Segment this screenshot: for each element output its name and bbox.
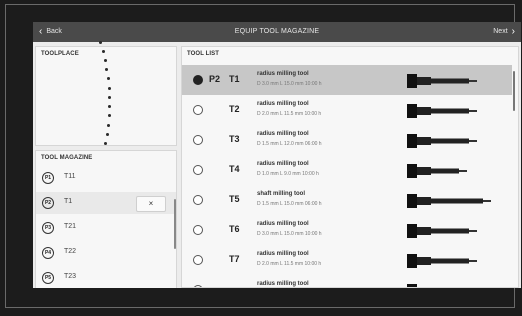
magazine-panel: TOOL MAGAZINE P1 T11 P2 T1 × P3 T21 P4 T… <box>35 150 177 288</box>
tool-name: shaft milling tool <box>257 191 305 197</box>
magazine-item-selected[interactable]: P2 T1 × <box>36 192 176 214</box>
toolplace-dot <box>107 95 111 99</box>
tool-spec: D 3.0 mm L 15.0 mm 10:00 h <box>257 231 322 237</box>
magazine-item[interactable]: P5 T23 <box>36 267 176 288</box>
magazine-item[interactable]: P4 T22 <box>36 242 176 264</box>
tool-row[interactable]: T6 radius milling tool D 3.0 mm L 15.0 mm … <box>182 215 512 245</box>
radio-button[interactable] <box>193 165 203 175</box>
tool-row[interactable]: T5 shaft milling tool D 1.5 mm L 15.0 mm 0… <box>182 185 512 215</box>
left-column: TOOLPLACE TOOL MAGAZINE P1 T11 P2 T1 × P… <box>35 40 177 288</box>
toolplace-header: TOOLPLACE <box>41 51 79 57</box>
tool-spec: D 2.0 mm L 11.5 mm 10:00 h <box>257 261 322 267</box>
tool-row[interactable]: T2 radius milling tool D 2.0 mm L 11.5 mm … <box>182 95 512 125</box>
toolplace-dot <box>104 142 108 146</box>
radio-button[interactable] <box>193 255 203 265</box>
tool-spec: D 1.5 mm L 12.0 mm 06:00 h <box>257 141 322 147</box>
remove-tool-button[interactable]: × <box>136 196 166 212</box>
device-frame: ‹ Back EQUIP TOOL MAGAZINE Next › TOOLPL… <box>0 0 522 316</box>
radio-button[interactable] <box>193 285 203 287</box>
tool-number: T6 <box>229 224 240 234</box>
magazine-tool-name: T23 <box>64 273 77 280</box>
tool-number: T5 <box>229 194 240 204</box>
radio-button[interactable] <box>193 195 203 205</box>
milling-tool-icon <box>407 104 477 118</box>
toolplace-dot <box>105 132 109 136</box>
next-button[interactable]: Next › <box>493 22 515 42</box>
tool-number: T4 <box>229 164 240 174</box>
tool-name: radius milling tool <box>257 281 309 287</box>
tool-spec: D 1.0 mm L 9.0 mm 10:00 h <box>257 171 319 177</box>
place-badge: P2 <box>42 197 54 209</box>
screen: ‹ Back EQUIP TOOL MAGAZINE Next › TOOLPL… <box>33 22 521 288</box>
milling-tool-icon <box>407 224 477 238</box>
toolplace-dot <box>106 123 110 127</box>
radio-button[interactable] <box>193 75 203 85</box>
magazine-header: TOOL MAGAZINE <box>41 155 93 161</box>
toolplace-dot <box>103 58 107 62</box>
tool-place: P2 <box>209 74 221 84</box>
radio-button[interactable] <box>193 135 203 145</box>
toolplace-dot <box>108 105 111 109</box>
tool-list-header: TOOL LIST <box>187 51 220 57</box>
tool-name: radius milling tool <box>257 161 309 167</box>
toolplace-dot <box>107 114 111 118</box>
place-badge: P4 <box>42 247 54 259</box>
toolplace-dot <box>105 68 109 71</box>
toolplace-dot <box>101 49 105 53</box>
magazine-tool-name: T11 <box>64 173 76 180</box>
tool-row[interactable]: radius milling tool <box>182 275 512 287</box>
top-bar: ‹ Back EQUIP TOOL MAGAZINE Next › <box>33 22 521 42</box>
tool-spec: D 2.0 mm L 11.5 mm 10:00 h <box>257 111 322 117</box>
tool-spec: D 3.0 mm L 15.0 mm 10:00 h <box>257 81 322 87</box>
page-title: EQUIP TOOL MAGAZINE <box>234 28 320 35</box>
toolplace-dot <box>107 86 111 90</box>
magazine-scrollbar[interactable] <box>174 199 176 249</box>
tool-number: T3 <box>229 134 240 144</box>
magazine-item[interactable]: P1 T11 <box>36 167 176 189</box>
tool-row[interactable]: T4 radius milling tool D 1.0 mm L 9.0 mm 1… <box>182 155 512 185</box>
milling-tool-icon <box>407 74 477 88</box>
toolplace-dot <box>106 77 110 81</box>
tool-name: radius milling tool <box>257 71 309 77</box>
toolplace-dot <box>99 40 103 44</box>
tool-number: T2 <box>229 104 240 114</box>
next-label: Next <box>493 28 508 35</box>
toolplace-panel: TOOLPLACE <box>35 40 177 164</box>
place-badge: P5 <box>42 272 54 284</box>
place-badge: P1 <box>42 172 54 184</box>
tool-list-scrollbar[interactable] <box>513 71 515 111</box>
chevron-right-icon: › <box>511 26 515 37</box>
tool-row-selected[interactable]: P2 T1 radius milling tool D 3.0 mm L 15.0 m… <box>182 65 512 95</box>
magazine-item[interactable]: P3 T21 <box>36 217 176 239</box>
magazine-tool-name: T1 <box>64 198 73 205</box>
milling-tool-icon <box>407 134 477 148</box>
magazine-tool-name: T22 <box>64 248 77 255</box>
magazine-tool-name: T21 <box>64 223 77 230</box>
tool-row[interactable]: T7 radius milling tool D 2.0 mm L 11.5 mm … <box>182 245 512 275</box>
tool-name: radius milling tool <box>257 101 309 107</box>
tool-row[interactable]: T3 radius milling tool D 1.5 mm L 12.0 mm … <box>182 125 512 155</box>
tool-spec: D 1.5 mm L 15.0 mm 06:00 h <box>257 201 322 207</box>
tool-name: radius milling tool <box>257 131 309 137</box>
milling-tool-icon <box>407 164 467 178</box>
tool-number: T1 <box>229 74 240 84</box>
radio-button[interactable] <box>193 225 203 235</box>
tool-list-panel: TOOL LIST P2 T1 radius milling tool D 3.0 m… <box>181 46 519 288</box>
milling-tool-icon <box>407 284 417 287</box>
milling-tool-icon <box>407 254 477 268</box>
milling-tool-icon <box>407 194 491 208</box>
tool-number: T7 <box>229 254 240 264</box>
radio-button[interactable] <box>193 105 203 115</box>
tool-name: radius milling tool <box>257 221 309 227</box>
place-badge: P3 <box>42 222 54 234</box>
tool-name: radius milling tool <box>257 251 309 257</box>
